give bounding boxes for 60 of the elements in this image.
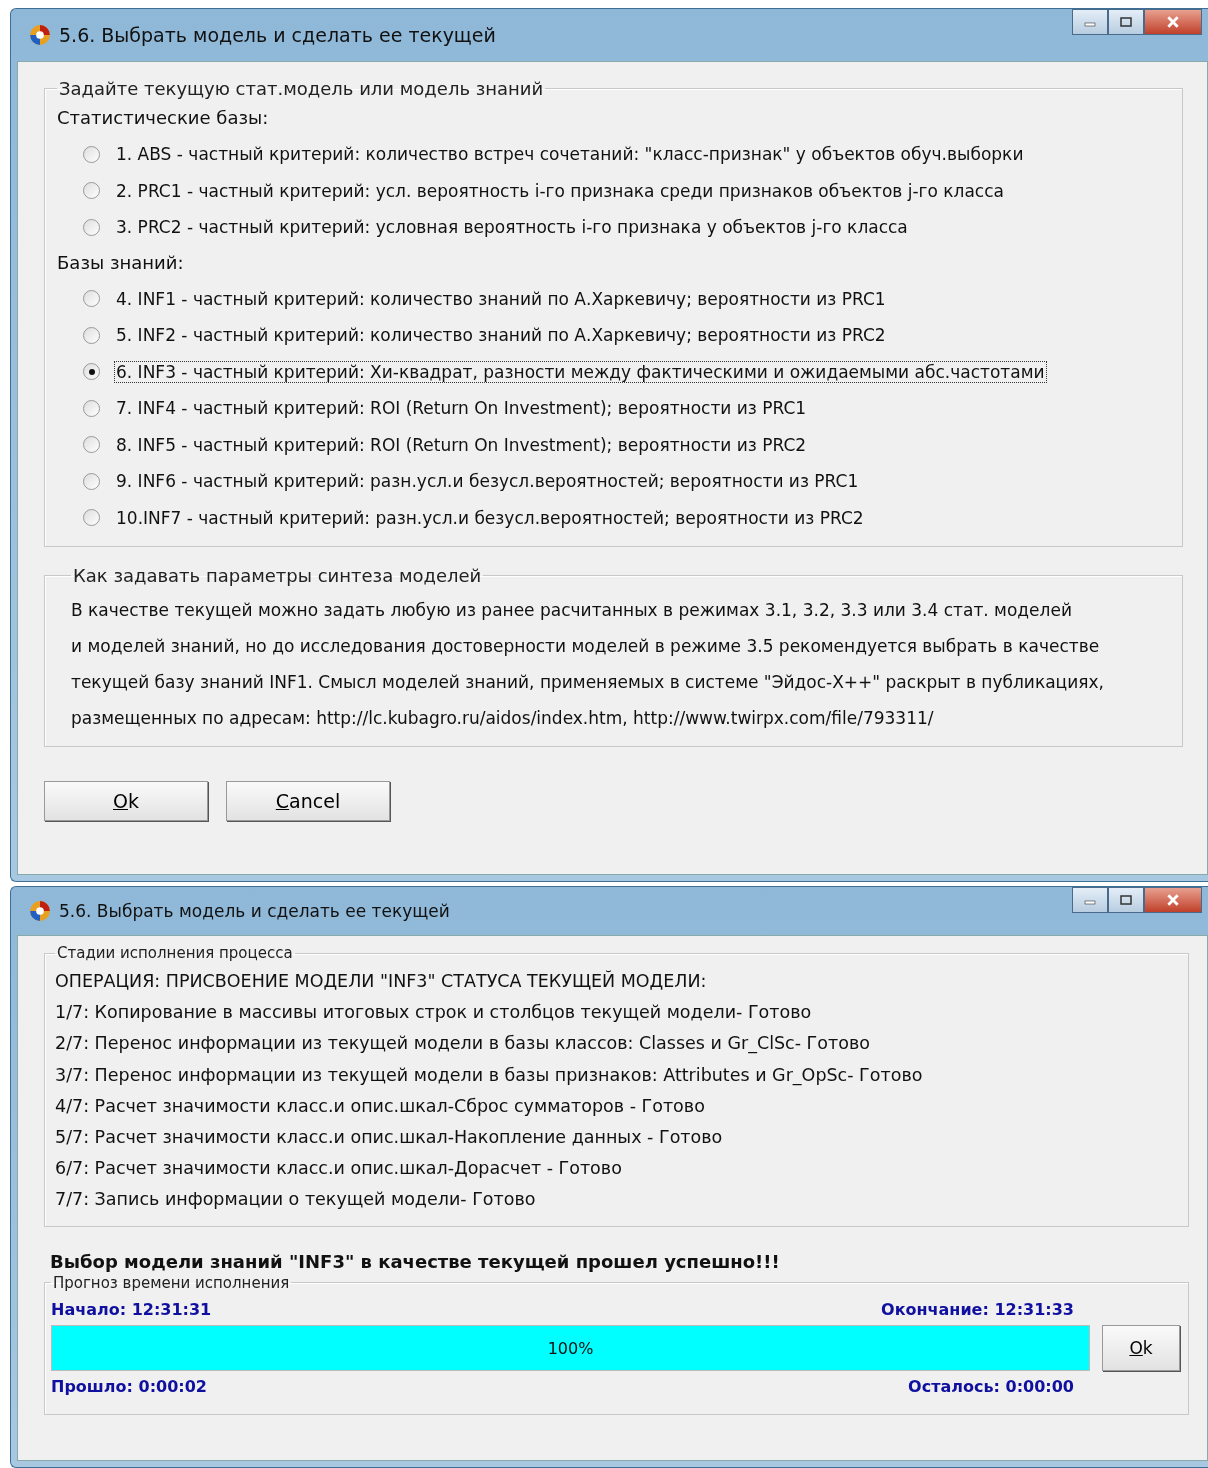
maximize-icon (1120, 895, 1132, 905)
app-icon (29, 24, 51, 46)
close-button[interactable] (1144, 9, 1202, 35)
dialog-button[interactable]: Cancel (226, 781, 390, 821)
help-text: текущей базу знаний INF1. Смысл моделей знаний, применяемых в системе "Эйдос-Х++" раскрыт в публикациях, (71, 671, 1105, 694)
elapsed-time: Прошло: 0:00:02 (51, 1376, 207, 1396)
radio-button[interactable] (83, 145, 100, 163)
group-title: Стадии исполнения процесса (56, 944, 294, 962)
start-time: Начало: 12:31:31 (51, 1299, 212, 1319)
close-icon (1166, 894, 1180, 906)
stage-line: 2/7: Перенос информации из текущей модели в базы классов: Classes и Gr_ClSc- Готово (55, 1032, 871, 1056)
ok-button[interactable]: Ok (1102, 1324, 1180, 1371)
radio-button[interactable] (83, 436, 100, 454)
radio-button[interactable] (83, 399, 100, 417)
stage-line: ОПЕРАЦИЯ: ПРИСВОЕНИЕ МОДЕЛИ "INF3" СТАТУСА ТЕКУЩЕЙ МОДЕЛИ: (55, 969, 708, 993)
window-title: 5.6. Выбрать модель и сделать ее текущей (59, 901, 451, 921)
stage-line: 1/7: Копирование в массивы итоговых строк и столбцов текущей модели- Готово (55, 1001, 813, 1025)
radio-button[interactable] (83, 472, 100, 490)
radio-option[interactable]: 8. INF5 - частный критерий: ROI (Return On Investment); вероятности из PRC2 (57, 426, 1170, 463)
radio-button[interactable] (83, 218, 100, 236)
help-text: В качестве текущей можно задать любую из ранее расчитанных в режимах 3.1, 3.2, 3.3 или 3.4 стат. моделей (71, 599, 1073, 622)
radio-option[interactable]: 7. INF4 - частный критерий: ROI (Return On Investment); вероятности из PRC1 (57, 390, 1170, 427)
radio-option[interactable]: 10.INF7 - частный критерий: разн.усл.и безусл.вероятностей; вероятности из PRC2 (57, 499, 1170, 536)
stage-line: 5/7: Расчет значимости класс.и опис.шкал-Накопление данных - Готово (55, 1125, 724, 1149)
radio-option[interactable]: 9. INF6 - частный критерий: разн.усл.и безусл.вероятностей; вероятности из PRC1 (57, 463, 1170, 500)
close-button[interactable] (1144, 887, 1202, 913)
group-title: Задайте текущую стат.модель или модель знаний (58, 78, 545, 99)
radio-option[interactable]: 1. ABS - частный критерий: количество встреч сочетаний: "класс-признак" у объектов обуч.выборки (57, 136, 1170, 173)
minimize-button[interactable] (1072, 887, 1108, 913)
radio-option[interactable]: 3. PRC2 - частный критерий: условная вероятность i-го признака у объектов j-го класса (57, 209, 1170, 246)
window-title: 5.6. Выбрать модель и сделать ее текущей (59, 24, 497, 46)
radio-option[interactable]: 4. INF1 - частный критерий: количество знаний по А.Харкевичу; вероятности из PRC1 (57, 280, 1170, 317)
group-title: Как задавать параметры синтеза моделей (72, 565, 483, 586)
section-heading: Статистические базы: (57, 107, 270, 128)
minimize-button[interactable] (1072, 9, 1108, 35)
radio-button[interactable] (83, 290, 100, 308)
help-text: размещенных по адресам: http://lc.kubagro.ru/aidos/index.htm, http://www.twirpx.com/file/793311/ (71, 707, 935, 730)
section-heading: Базы знаний: (57, 251, 185, 273)
stage-line: 3/7: Перенос информации из текущей модели в базы признаков: Attributes и Gr_OpSc- Готово (55, 1063, 924, 1088)
radio-option[interactable]: 5. INF2 - частный критерий: количество знаний по А.Харкевичу; вероятности из PRC2 (57, 317, 1170, 354)
stage-line: 4/7: Расчет значимости класс.и опис.шкал-Сброс сумматоров - Готово (55, 1094, 706, 1118)
help-text: и моделей знаний, но до исследования достоверности моделей в режиме 3.5 рекомендуется выбрать в качестве (71, 635, 1101, 658)
result-message: Выбор модели знаний "INF3" в качестве текущей прошел успешно!!! (50, 1250, 781, 1272)
maximize-icon (1120, 17, 1132, 27)
radio-button[interactable] (83, 363, 100, 381)
radio-button[interactable] (83, 326, 100, 344)
end-time: Окончание: 12:31:33 (881, 1299, 1074, 1319)
app-icon (29, 900, 51, 922)
radio-button[interactable] (83, 182, 100, 200)
close-icon (1166, 16, 1180, 28)
progress-percent: 100% (547, 1338, 594, 1357)
remaining-time: Осталось: 0:00:00 (908, 1376, 1074, 1396)
maximize-button[interactable] (1108, 9, 1144, 35)
maximize-button[interactable] (1108, 887, 1144, 913)
stage-line: 6/7: Расчет значимости класс.и опис.шкал-Дорасчет - Готово (55, 1157, 623, 1181)
radio-option[interactable]: 2. PRC1 - частный критерий: усл. вероятность i-го признака среди признаков объектов j-го класса (57, 172, 1170, 209)
stage-line: 7/7: Запись информации о текущей модели- Готово (55, 1188, 537, 1212)
dialog-button[interactable]: Ok (44, 781, 208, 821)
group-title: Прогноз времени исполнения (52, 1273, 291, 1292)
radio-button[interactable] (83, 509, 100, 527)
